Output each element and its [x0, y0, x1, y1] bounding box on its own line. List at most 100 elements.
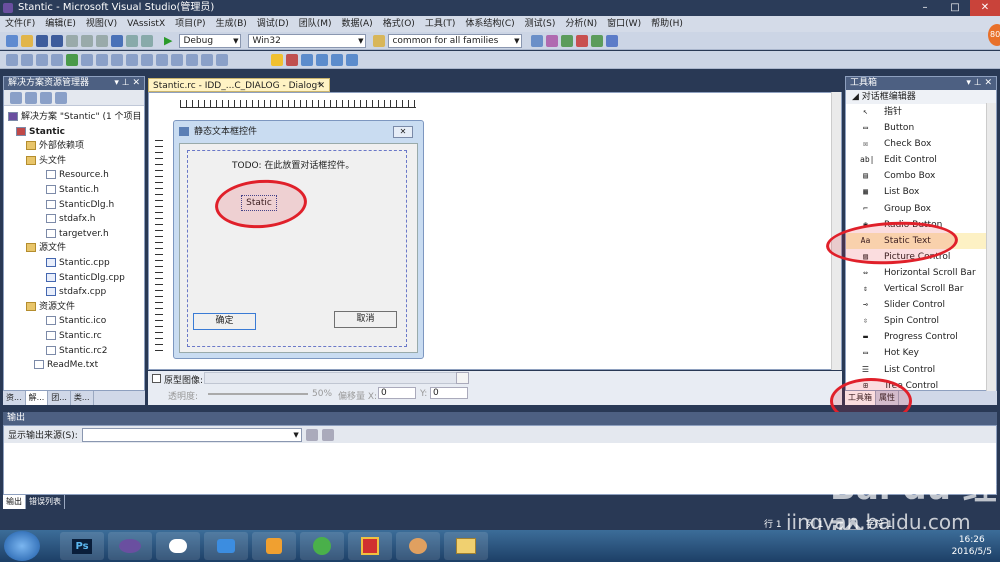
guide-icon[interactable] — [331, 53, 343, 66]
toolbox-vscroll[interactable] — [986, 103, 996, 391]
tree-item[interactable]: ReadMe.txt — [4, 358, 144, 373]
photoshop-task[interactable]: Ps — [60, 532, 104, 560]
tree-item[interactable]: stdafx.h — [4, 212, 144, 227]
menu-item[interactable]: 调试(D) — [252, 16, 294, 32]
align-right-icon[interactable] — [21, 53, 33, 66]
tree-item[interactable]: Stantic.rc2 — [4, 344, 144, 359]
browser-task[interactable] — [300, 532, 344, 560]
test-dialog-icon[interactable] — [66, 53, 78, 66]
extension-icon[interactable] — [606, 34, 619, 47]
properties-icon[interactable] — [40, 92, 52, 104]
same-width-icon[interactable] — [141, 53, 153, 66]
undo-icon[interactable] — [111, 34, 123, 47]
toolbox-item[interactable]: ▭ Hot Key — [846, 345, 996, 361]
output-source-select[interactable]: ▼ — [81, 427, 302, 442]
panel-pin-icon[interactable]: ▾ ⊥ ✕ — [114, 77, 140, 90]
config-select[interactable]: Debug ▼ — [179, 33, 242, 48]
proto-browse-button[interactable] — [456, 372, 469, 384]
cancel-button[interactable]: 取消 — [334, 311, 397, 328]
start-button[interactable] — [4, 531, 40, 561]
menu-item[interactable]: 数据(A) — [337, 16, 378, 32]
navigate-icon[interactable] — [141, 34, 153, 47]
new-project-icon[interactable] — [6, 34, 18, 47]
toggle-grid-icon[interactable] — [186, 53, 198, 66]
properties-icon[interactable] — [561, 34, 574, 47]
menu-item[interactable]: 视图(V) — [81, 16, 122, 32]
tools-task[interactable] — [252, 532, 296, 560]
ok-button[interactable]: 确定 — [193, 313, 256, 330]
paste-icon[interactable] — [96, 34, 108, 47]
menu-item[interactable]: 窗口(W) — [602, 16, 646, 32]
layout-icon[interactable] — [301, 53, 313, 66]
tree-item[interactable]: 外部依赖项 — [4, 139, 144, 154]
solution-tab[interactable]: 解... — [25, 391, 49, 405]
center-horizontal-icon[interactable] — [96, 53, 108, 66]
view-code-icon[interactable] — [55, 92, 67, 104]
solution-tab[interactable]: 类... — [71, 391, 94, 405]
show-all-files-icon[interactable] — [10, 92, 22, 104]
toolbox-item[interactable]: ⇔ Horizontal Scroll Bar — [846, 265, 996, 281]
center-vertical-icon[interactable] — [81, 53, 93, 66]
dialog-close-button[interactable]: ✕ — [393, 126, 413, 138]
toolbox-item[interactable]: ▦ List Box — [846, 184, 996, 200]
proto-checkbox[interactable] — [152, 374, 161, 383]
class-view-icon[interactable] — [546, 34, 559, 47]
word-wrap-icon[interactable] — [321, 428, 334, 441]
proto-path-input[interactable] — [204, 372, 460, 384]
tree-item[interactable]: Stantic.ico — [4, 314, 144, 329]
toolbox-item[interactable]: ▤ Combo Box — [846, 168, 996, 184]
toolbox-item[interactable]: ab| Edit Control — [846, 152, 996, 168]
tree-item[interactable]: stdafx.cpp — [4, 285, 144, 300]
solution-tab[interactable]: 资... — [3, 391, 26, 405]
clock[interactable]: 16:26 2016/5/5 — [952, 534, 992, 558]
tree-item[interactable]: 源文件 — [4, 241, 144, 256]
menu-item[interactable]: 体系结构(C) — [460, 16, 519, 32]
platform-select[interactable]: Win32 ▼ — [248, 33, 367, 48]
toolbox-icon[interactable] — [576, 34, 589, 47]
fu-task[interactable] — [348, 532, 392, 560]
clear-output-icon[interactable] — [305, 428, 318, 441]
space-down-icon[interactable] — [126, 53, 138, 66]
editor-vscroll[interactable] — [831, 92, 841, 370]
tree-item[interactable]: 头文件 — [4, 154, 144, 169]
toolbox-group[interactable]: ◢ 对话框编辑器 — [846, 90, 996, 104]
select-icon[interactable] — [271, 53, 283, 66]
explorer-task[interactable] — [444, 532, 488, 560]
menu-item[interactable]: 生成(B) — [211, 16, 252, 32]
refresh-icon[interactable] — [25, 92, 37, 104]
resize-icon[interactable] — [316, 53, 328, 66]
tab-close-icon[interactable]: ✕ — [317, 79, 325, 93]
menu-item[interactable]: 编辑(E) — [40, 16, 81, 32]
find-icon[interactable] — [373, 34, 386, 47]
save-icon[interactable] — [36, 34, 48, 47]
format-icon[interactable] — [286, 53, 298, 66]
tree-item[interactable]: 解决方案 "Stantic" (1 个项目 — [4, 110, 144, 125]
toolbox-item[interactable]: ⇕ Vertical Scroll Bar — [846, 281, 996, 297]
toolbox-pin-icon[interactable]: ▾ ⊥ ✕ — [966, 77, 992, 90]
toolbox-item[interactable]: ⌐ Group Box — [846, 201, 996, 217]
minimize-button[interactable]: – — [910, 0, 940, 16]
tree-item[interactable]: StanticDlg.h — [4, 198, 144, 213]
menu-item[interactable]: 分析(N) — [560, 16, 602, 32]
output-tab[interactable]: 输出 — [3, 495, 26, 509]
grid-icon[interactable] — [346, 53, 358, 66]
tree-item[interactable]: 资源文件 — [4, 300, 144, 315]
align-left-icon[interactable] — [6, 53, 18, 66]
align-bottom-icon[interactable] — [51, 53, 63, 66]
tree-item[interactable]: Stantic.h — [4, 183, 144, 198]
opacity-slider[interactable] — [208, 393, 308, 395]
toolbox-item[interactable]: ▭ Button — [846, 120, 996, 136]
toggle-guides-icon[interactable] — [201, 53, 213, 66]
solution-explorer-icon[interactable] — [531, 34, 544, 47]
menu-item[interactable]: VAssistX — [122, 16, 170, 32]
toolbox-item[interactable]: ☒ Check Box — [846, 136, 996, 152]
same-size-icon[interactable] — [171, 53, 183, 66]
paint-task[interactable] — [396, 532, 440, 560]
tree-item[interactable]: Stantic — [4, 125, 144, 140]
space-across-icon[interactable] — [111, 53, 123, 66]
same-height-icon[interactable] — [156, 53, 168, 66]
solution-tab[interactable]: 团... — [48, 391, 71, 405]
save-all-icon[interactable] — [51, 34, 63, 47]
cut-icon[interactable] — [66, 34, 78, 47]
start-debug-icon[interactable]: ▶ — [164, 34, 172, 47]
